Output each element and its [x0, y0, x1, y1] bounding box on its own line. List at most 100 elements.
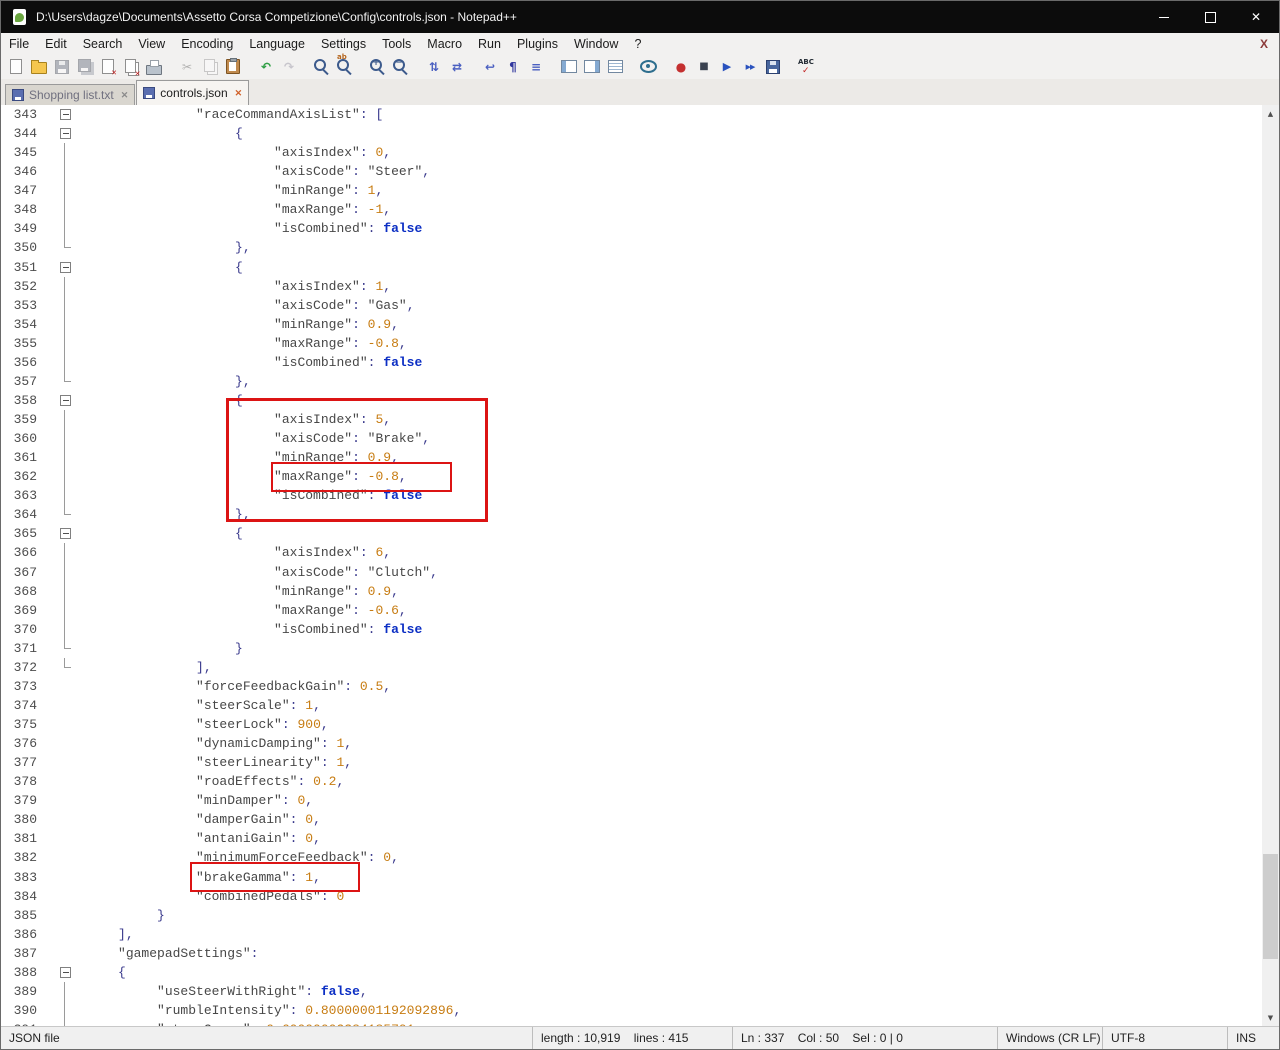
status-eol-format[interactable]: Windows (CR LF)	[997, 1027, 1102, 1049]
fold-margin	[47, 638, 79, 658]
line-number: 380	[13, 812, 37, 828]
fold-collapse-icon[interactable]	[47, 105, 79, 124]
code-line: 354 "minRange": 0.9,	[1, 314, 1262, 334]
editor[interactable]: 343 "raceCommandAxisList": [344 {345 "ax…	[1, 105, 1262, 1026]
code-text: "antaniGain": 0,	[196, 831, 321, 847]
code-text: "minRange": 0.9,	[274, 583, 399, 599]
tab-controls-json[interactable]: controls.json ✕	[136, 80, 250, 106]
menu-item-settings[interactable]: Settings	[313, 33, 374, 54]
macro-playback-icon[interactable]: ▶	[718, 58, 736, 76]
status-encoding[interactable]: UTF-8	[1102, 1027, 1227, 1049]
menu-item-view[interactable]: View	[130, 33, 173, 54]
code-line: 364 },	[1, 505, 1262, 524]
document-list-icon[interactable]	[606, 58, 624, 76]
menu-item-window[interactable]: Window	[566, 33, 626, 54]
menu-item-language[interactable]: Language	[241, 33, 313, 54]
tab-close-icon[interactable]: ✕	[235, 88, 243, 98]
undo-icon[interactable]: ↶	[257, 58, 275, 76]
cut-icon[interactable]: ✂	[178, 58, 196, 76]
fold-collapse-icon[interactable]	[47, 124, 79, 143]
fold-margin	[47, 1000, 79, 1021]
fold-margin	[47, 772, 79, 791]
fold-collapse-icon[interactable]	[47, 524, 79, 543]
redo-icon[interactable]: ↷	[280, 58, 298, 76]
scroll-up-icon[interactable]: ▲	[1262, 105, 1279, 122]
line-number: 386	[13, 926, 37, 942]
line-number: 361	[13, 450, 37, 466]
menu-item-search[interactable]: Search	[75, 33, 131, 54]
line-number: 375	[13, 717, 37, 732]
code-text: "combinedPedals": 0	[196, 888, 345, 904]
word-wrap-icon[interactable]: ↩	[481, 58, 499, 76]
save-icon[interactable]	[53, 58, 71, 76]
menu-item-plugins[interactable]: Plugins	[509, 33, 566, 54]
code-text: "maxRange": -0.8,	[274, 335, 407, 351]
fold-margin	[47, 143, 79, 163]
menu-item-tools[interactable]: Tools	[374, 33, 419, 54]
monitoring-icon[interactable]	[639, 58, 657, 76]
maximize-button[interactable]	[1187, 1, 1233, 33]
code-line: 365 {	[1, 524, 1262, 543]
show-all-characters-icon[interactable]: ¶	[504, 58, 522, 76]
menu-item-run[interactable]: Run	[470, 33, 509, 54]
line-number: 382	[13, 850, 37, 866]
zoom-out-icon[interactable]	[392, 58, 410, 76]
line-number: 345	[13, 145, 37, 161]
fold-margin	[47, 887, 79, 906]
print-icon[interactable]	[145, 58, 163, 76]
tab-label: Shopping list.txt	[29, 88, 114, 102]
notepadpp-logo-icon	[10, 8, 28, 26]
run-macro-multiple-icon[interactable]: ▶▶	[741, 58, 759, 76]
function-list-icon[interactable]	[560, 58, 578, 76]
code-text: "useSteerWithRight": false,	[157, 983, 368, 999]
new-file-icon[interactable]	[7, 58, 25, 76]
sync-horizontal-icon[interactable]: ⇄	[448, 58, 466, 76]
close-file-icon[interactable]	[99, 58, 117, 77]
menu-item-edit[interactable]: Edit	[37, 33, 75, 54]
code-text: "steerLock": 900,	[196, 717, 329, 732]
find-icon[interactable]	[313, 58, 331, 76]
line-number: 353	[13, 297, 37, 313]
status-insert-mode[interactable]: INS	[1227, 1027, 1279, 1049]
document-map-icon[interactable]	[583, 58, 601, 76]
fold-collapse-icon[interactable]	[47, 963, 79, 982]
minimize-button[interactable]	[1141, 1, 1187, 33]
menu-item-encoding[interactable]: Encoding	[173, 33, 241, 54]
line-number: 373	[13, 678, 37, 694]
line-number: 365	[13, 526, 37, 542]
code-line: 386 ],	[1, 925, 1262, 944]
sync-vertical-icon[interactable]: ⇅	[425, 58, 443, 76]
close-all-files-icon[interactable]	[122, 58, 141, 78]
zoom-in-icon[interactable]	[369, 58, 387, 76]
fold-collapse-icon[interactable]	[47, 391, 79, 410]
menu-close-x[interactable]: X	[1249, 37, 1279, 51]
tab-shopping-list-txt[interactable]: Shopping list.txt ✕	[5, 84, 136, 105]
fold-collapse-icon[interactable]	[47, 258, 79, 277]
scroll-down-icon[interactable]: ▼	[1262, 1009, 1279, 1026]
replace-icon[interactable]	[336, 53, 354, 76]
macro-record-icon[interactable]: ●	[672, 58, 690, 76]
code-line: 375 "steerLock": 900,	[1, 715, 1262, 734]
save-macro-icon[interactable]	[764, 58, 782, 76]
spell-check-icon[interactable]	[797, 58, 815, 76]
code-text: "axisIndex": 0,	[274, 145, 392, 161]
code-text: "axisIndex": 1,	[274, 278, 392, 294]
close-button[interactable]: ✕	[1233, 1, 1279, 33]
paste-icon[interactable]	[224, 58, 242, 76]
macro-stop-icon[interactable]: ■	[695, 58, 713, 76]
line-number: 366	[13, 545, 37, 561]
menu-item-file[interactable]: File	[1, 33, 37, 54]
menu-item-help[interactable]: ?	[626, 33, 649, 54]
line-number: 351	[13, 259, 37, 275]
line-number: 347	[13, 183, 37, 199]
copy-icon[interactable]	[201, 58, 219, 76]
save-all-icon[interactable]	[76, 58, 94, 76]
code-text: {	[235, 392, 243, 408]
code-text: {	[118, 964, 126, 980]
vertical-scrollbar[interactable]: ▲ ▼	[1262, 105, 1279, 1026]
tab-close-icon[interactable]: ✕	[121, 90, 129, 100]
scrollbar-thumb[interactable]	[1263, 854, 1278, 959]
open-file-icon[interactable]	[30, 58, 48, 76]
menu-item-macro[interactable]: Macro	[419, 33, 470, 54]
indent-guide-icon[interactable]: ≡	[527, 58, 545, 76]
